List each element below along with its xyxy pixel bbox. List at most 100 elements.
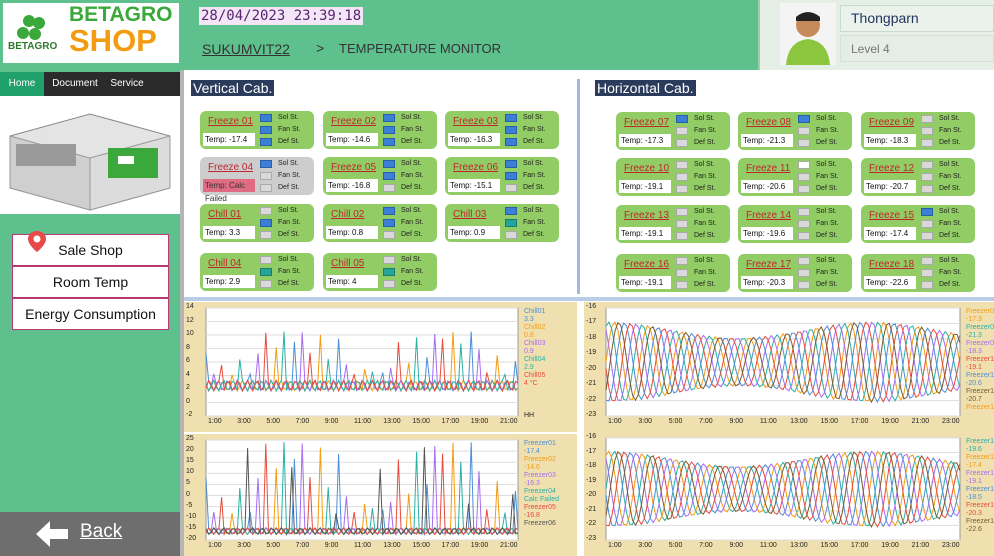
user-level: Level 4 <box>840 35 994 62</box>
cabinet-card[interactable]: Freeze 08 Temp: -21.3 Sol St. Fan St. Def St… <box>738 112 852 150</box>
trend-chart[interactable]: -16 -17 -18 -19 -20 -21 -22 -23 1:00 3:00 5:00 7:00… <box>584 302 994 432</box>
cabinet-card[interactable]: Freeze 03 Temp: -16.3 Sol St. Fan St. Def St… <box>445 111 559 149</box>
status-label: Sol St. <box>816 161 837 168</box>
trend-chart[interactable]: 25 20 15 10 5 0 -5 -10 -15 -20 1:00 3:00 5:00 7:00 9:0… <box>184 434 577 556</box>
status-label: Sol St. <box>401 114 422 121</box>
legend-series-value: 0.8 <box>524 332 534 339</box>
cabinet-name-link[interactable]: Freeze 13 <box>624 210 669 221</box>
status-label: Def St. <box>278 138 300 145</box>
cabinet-name-link[interactable]: Chill 03 <box>453 209 486 220</box>
cabinet-card[interactable]: Chill 05 Temp: 4 Sol St. Fan St. Def St. <box>323 253 437 291</box>
cabinet-temp: Temp: Calc Failed <box>203 179 255 203</box>
cabinet-card[interactable]: Freeze 11 Temp: -20.6 Sol St. Fan St. Def St… <box>738 158 852 196</box>
trend-chart[interactable]: -16 -17 -18 -19 -20 -21 -22 -23 1:00 3:00 5:00 7:00… <box>584 432 994 556</box>
cabinet-name-link[interactable]: Chill 02 <box>331 209 364 220</box>
status-indicator <box>505 160 517 168</box>
status-label: Fan St. <box>939 269 962 276</box>
chart-plot <box>605 437 961 541</box>
cabinet-card[interactable]: Freeze 09 Temp: -18.3 Sol St. Fan St. Def St… <box>861 112 975 150</box>
cabinet-card[interactable]: Freeze 12 Temp: -20.7 Sol St. Fan St. Def St… <box>861 158 975 196</box>
cabinet-name-link[interactable]: Freeze 11 <box>746 163 790 174</box>
shop-logo-bottom: SHOP <box>69 23 157 58</box>
status-indicator <box>921 269 933 277</box>
tab-service[interactable]: Service <box>106 72 148 96</box>
cabinet-name-link[interactable]: Freeze 12 <box>869 163 914 174</box>
status-indicator <box>260 231 272 239</box>
status-indicator <box>260 207 272 215</box>
tab-home[interactable]: Home <box>0 72 44 96</box>
cabinet-card[interactable]: Freeze 17 Temp: -20.3 Sol St. Fan St. Def St… <box>738 254 852 292</box>
legend-series-name: Freezer02 <box>524 456 556 463</box>
tab-document[interactable]: Document <box>47 72 103 96</box>
status-indicator <box>383 184 395 192</box>
status-indicator <box>921 185 933 193</box>
status-indicator <box>260 126 272 134</box>
cabinet-card[interactable]: Freeze 18 Temp: -22.6 Sol St. Fan St. Def St… <box>861 254 975 292</box>
cabinet-card[interactable]: Freeze 07 Temp: -17.3 Sol St. Fan St. Def St… <box>616 112 730 150</box>
status-label: Sol St. <box>939 208 960 215</box>
status-indicator <box>798 161 810 169</box>
cabinet-name-link[interactable]: Freeze 18 <box>869 259 914 270</box>
legend-series-value: -16.3 <box>524 480 540 487</box>
status-indicator <box>921 257 933 265</box>
status-indicator <box>676 257 688 265</box>
cabinet-card[interactable]: Freeze 16 Temp: -19.1 Sol St. Fan St. Def St… <box>616 254 730 292</box>
cabinet-name-link[interactable]: Freeze 03 <box>453 116 498 127</box>
sale-shop-label: Sale Shop <box>58 242 123 258</box>
trend-chart[interactable]: 14 12 10 8 6 4 2 0 -2 1:00 3:00 5:00 7:00 9:00 11:00 13… <box>184 302 577 432</box>
cabinet-card[interactable]: Chill 03 Temp: 0.9 Sol St. Fan St. Def St. <box>445 204 559 242</box>
location-pin-icon <box>28 231 46 252</box>
cabinet-card[interactable]: Chill 02 Temp: 0.8 Sol St. Fan St. Def St. <box>323 204 437 242</box>
status-label: Fan St. <box>401 219 424 226</box>
status-label: Def St. <box>523 231 545 238</box>
status-label: Def St. <box>401 231 423 238</box>
cabinet-name-link[interactable]: Chill 05 <box>331 258 364 269</box>
cabinet-name-link[interactable]: Freeze 05 <box>331 162 376 173</box>
energy-consumption-button[interactable]: Energy Consumption <box>12 298 169 330</box>
status-indicator <box>383 280 395 288</box>
status-label: Sol St. <box>816 257 837 264</box>
cabinet-card[interactable]: Freeze 01 Temp: -17.4 Sol St. Fan St. Def St… <box>200 111 314 149</box>
cabinet-name-link[interactable]: Freeze 16 <box>624 259 669 270</box>
cabinet-name-link[interactable]: Freeze 01 <box>208 116 253 127</box>
cabinet-card[interactable]: Freeze 05 Temp: -16.8 Sol St. Fan St. Def St… <box>323 157 437 195</box>
cabinet-name-link[interactable]: Freeze 09 <box>869 117 914 128</box>
cabinet-temp: Temp: -21.3 <box>741 134 793 147</box>
status-label: Fan St. <box>278 219 301 226</box>
room-temp-button[interactable]: Room Temp <box>12 266 169 298</box>
cabinet-card[interactable]: Freeze 10 Temp: -19.1 Sol St. Fan St. Def St… <box>616 158 730 196</box>
cabinet-name-link[interactable]: Chill 01 <box>208 209 241 220</box>
brand-logo[interactable]: BETAGRO BETAGRO SHOP <box>3 3 179 63</box>
cabinet-name-link[interactable]: Freeze 14 <box>746 210 791 221</box>
cabinet-name-link[interactable]: Chill 04 <box>208 258 241 269</box>
cabinet-card[interactable]: Freeze 04 Temp: Calc Failed Sol St. Fan St.… <box>200 157 314 203</box>
sale-shop-button[interactable]: Sale Shop <box>12 231 169 266</box>
cabinet-card[interactable]: Chill 01 Temp: 3.3 Sol St. Fan St. Def St. <box>200 204 314 242</box>
status-label: Def St. <box>401 184 423 191</box>
status-label: Def St. <box>523 138 545 145</box>
status-label: Sol St. <box>694 115 715 122</box>
cabinet-card[interactable]: Freeze 13 Temp: -19.1 Sol St. Fan St. Def St… <box>616 205 730 243</box>
cabinet-name-link[interactable]: Freeze 02 <box>331 116 376 127</box>
cabinet-name-link[interactable]: Freeze 15 <box>869 210 914 221</box>
back-link[interactable]: Back <box>80 521 122 543</box>
cabinet-name-link[interactable]: Freeze 07 <box>624 117 669 128</box>
cabinet-name-link[interactable]: Freeze 08 <box>746 117 791 128</box>
cabinet-card[interactable]: Freeze 14 Temp: -19.6 Sol St. Fan St. Def St… <box>738 205 852 243</box>
cabinet-card[interactable]: Chill 04 Temp: 2.9 Sol St. Fan St. Def St. <box>200 253 314 291</box>
status-indicator <box>676 185 688 193</box>
legend-series-value: 4 °C <box>524 380 538 387</box>
site-breadcrumb-link[interactable]: SUKUMVIT22 <box>202 41 290 57</box>
cabinet-name-link[interactable]: Freeze 04 <box>208 162 253 173</box>
cabinet-card[interactable]: Freeze 02 Temp: -14.6 Sol St. Fan St. Def St… <box>323 111 437 149</box>
cabinet-name-link[interactable]: Freeze 17 <box>746 259 791 270</box>
status-label: Fan St. <box>694 269 717 276</box>
status-label: Fan St. <box>939 220 962 227</box>
status-label: Def St. <box>939 139 961 146</box>
horizontal-cab-header: Horizontal Cab. <box>595 80 696 96</box>
cabinet-name-link[interactable]: Freeze 06 <box>453 162 498 173</box>
cabinet-card[interactable]: Freeze 15 Temp: -17.4 Sol St. Fan St. Def St… <box>861 205 975 243</box>
legend-series-value: -20.3 <box>966 510 982 517</box>
cabinet-name-link[interactable]: Freeze 10 <box>624 163 669 174</box>
cabinet-card[interactable]: Freeze 06 Temp: -15.1 Sol St. Fan St. Def St… <box>445 157 559 195</box>
